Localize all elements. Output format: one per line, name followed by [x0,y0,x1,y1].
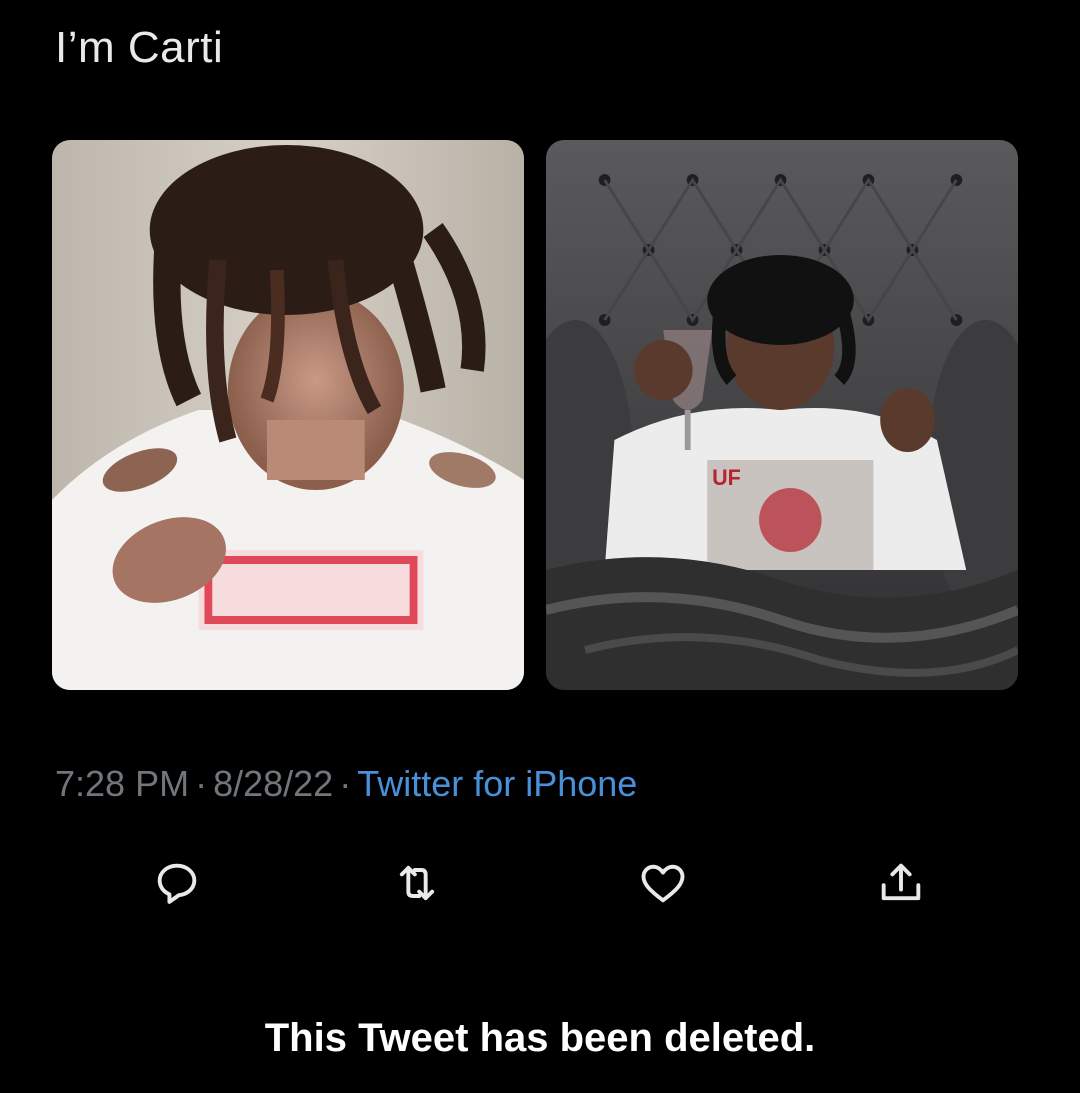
tweet-source-link[interactable]: Twitter for iPhone [357,763,637,804]
photo-right-image: UF [546,140,1018,690]
deleted-notice: This Tweet has been deleted. [264,1016,816,1060]
meta-separator: · [195,763,208,804]
tweet-actions [0,848,1080,918]
tweet-text: I’m Carti [55,23,224,72]
tweet-time[interactable]: 7:28 PM [55,763,189,804]
like-icon [641,864,685,903]
retweet-icon [399,865,435,901]
meta-separator: · [339,763,352,804]
like-button[interactable] [628,848,698,918]
tweet-date[interactable]: 8/28/22 [213,763,333,804]
media-grid: UF [52,140,1018,690]
photo-left-image [52,140,524,690]
tweet-photo-right[interactable]: UF [546,140,1018,690]
share-button[interactable] [866,848,936,918]
reply-icon [157,863,197,904]
svg-text:UF: UF [712,465,741,490]
tweet-meta: 7:28 PM · 8/28/22 · Twitter for iPhone [55,760,637,808]
tweet-photo-left[interactable] [52,140,524,690]
reply-button[interactable] [142,848,212,918]
share-icon [881,863,921,901]
retweet-button[interactable] [382,848,452,918]
